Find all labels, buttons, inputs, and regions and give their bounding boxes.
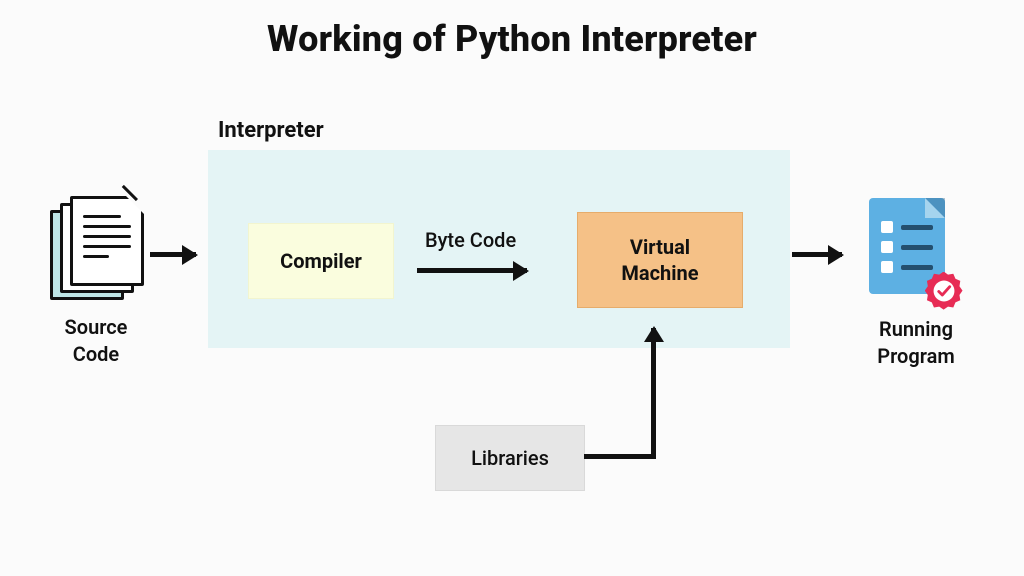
arrow-source-to-compiler (150, 252, 196, 257)
diagram-title: Working of Python Interpreter (0, 18, 1024, 60)
virtual-machine-label: VirtualMachine (621, 234, 698, 286)
source-code-label: SourceCode (38, 314, 154, 368)
compiler-box: Compiler (248, 223, 394, 299)
arrow-libraries-horizontal (584, 454, 656, 459)
arrow-vm-to-running (792, 252, 842, 257)
libraries-box: Libraries (435, 425, 585, 491)
virtual-machine-box: VirtualMachine (577, 212, 743, 308)
verified-badge-icon (925, 272, 963, 310)
diagram-canvas: Working of Python Interpreter Interprete… (0, 0, 1024, 576)
arrow-compiler-to-vm (417, 268, 527, 273)
bytecode-label: Byte Code (425, 228, 516, 252)
running-program-icon (865, 198, 953, 302)
interpreter-label: Interpreter (218, 118, 324, 143)
source-code-icon (50, 196, 142, 300)
running-program-label: RunningProgram (856, 316, 976, 370)
arrow-libraries-to-vm (651, 328, 656, 459)
